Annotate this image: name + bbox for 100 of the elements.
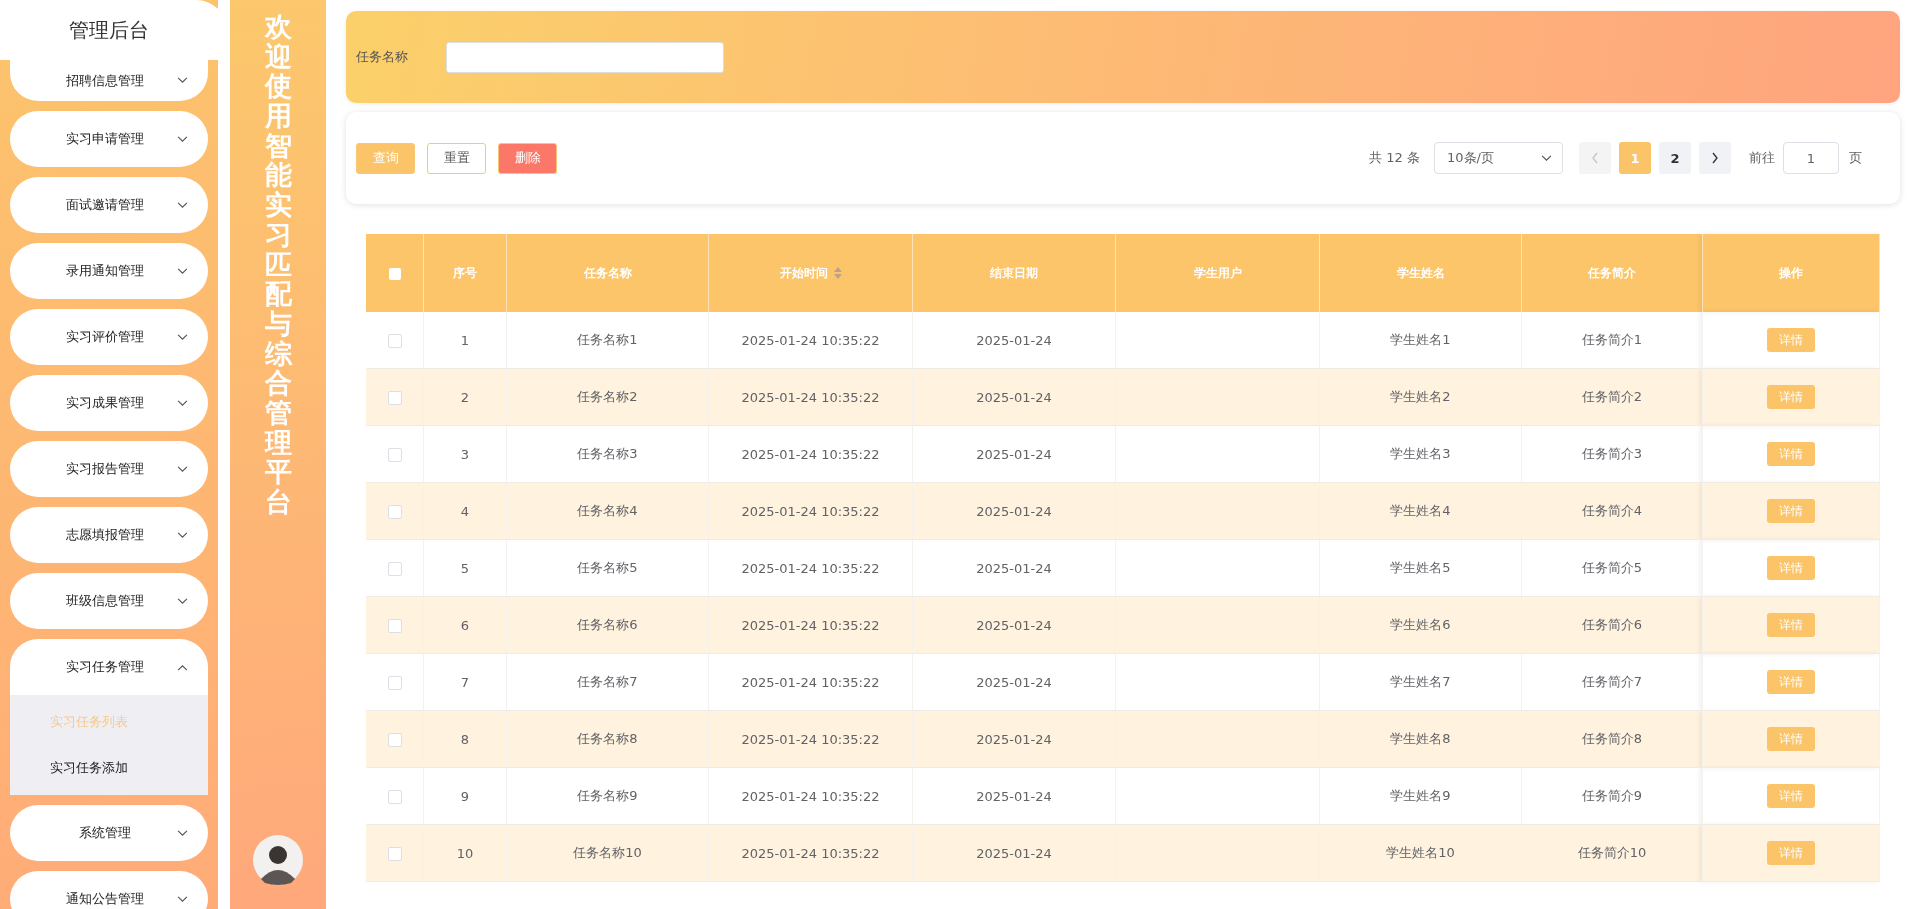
table-cell: 2025-01-24 (912, 312, 1116, 369)
avatar-icon[interactable] (253, 835, 303, 885)
menu-item[interactable]: 实习报告管理 (10, 441, 208, 497)
row-checkbox[interactable] (387, 447, 402, 462)
row-checkbox[interactable] (387, 390, 402, 405)
reset-button[interactable]: 重置 (427, 142, 486, 174)
row-checkbox[interactable] (387, 789, 402, 804)
total-count: 共 12 条 (1369, 149, 1420, 167)
table-cell: 7 (423, 653, 507, 711)
table-cell: 2025-01-24 10:35:22 (708, 368, 913, 426)
table-cell: 2025-01-24 10:35:22 (708, 312, 913, 369)
table-cell: 任务名称7 (506, 653, 709, 711)
row-checkbox[interactable] (387, 732, 402, 747)
table-cell: 2025-01-24 (912, 824, 1116, 882)
table-cell: 2025-01-24 (912, 425, 1116, 483)
chevron-down-icon (177, 267, 188, 275)
row-checkbox[interactable] (387, 846, 402, 861)
table-cell: 2025-01-24 10:35:22 (708, 425, 913, 483)
table-cell: 任务名称5 (506, 539, 709, 597)
table-cell: 2 (423, 368, 507, 426)
row-checkbox[interactable] (387, 675, 402, 690)
select-all-checkbox[interactable] (388, 267, 401, 280)
chevron-down-icon (1541, 154, 1552, 162)
table-cell: 学生姓名2 (1319, 368, 1522, 426)
table-cell: 任务名称2 (506, 368, 709, 426)
menu-item[interactable]: 实习成果管理 (10, 375, 208, 431)
submenu-item[interactable]: 实习任务添加 (10, 745, 208, 791)
table-cell: 学生姓名9 (1319, 767, 1522, 825)
table-cell: 任务名称9 (506, 767, 709, 825)
column-header: 学生用户 (1115, 234, 1320, 312)
table-cell: 10 (423, 824, 507, 882)
menu-item[interactable]: 志愿填报管理 (10, 507, 208, 563)
row-checkbox[interactable] (387, 561, 402, 576)
row-checkbox[interactable] (387, 504, 402, 519)
chevron-down-icon (177, 465, 188, 473)
chevron-down-icon (177, 829, 188, 837)
table-cell: 任务简介9 (1521, 767, 1703, 825)
table-cell: 2025-01-24 (912, 539, 1116, 597)
table-cell: 6 (423, 596, 507, 654)
menu-item[interactable]: 招聘信息管理 (10, 60, 208, 101)
table-cell: 任务名称1 (506, 312, 709, 369)
table-cell: 2025-01-24 10:35:22 (708, 767, 913, 825)
table-cell: 任务简介5 (1521, 539, 1703, 597)
table-cell: 学生姓名6 (1319, 596, 1522, 654)
input-field[interactable] (446, 41, 724, 73)
app-title: 管理后台 (69, 16, 150, 44)
page-button[interactable]: 2 (1659, 142, 1691, 174)
column-header: 任务名称 (506, 234, 709, 312)
page-size-select[interactable]: 10条/页 (1434, 142, 1563, 174)
menu-item[interactable]: 班级信息管理 (10, 573, 208, 629)
chevron-right-icon (1711, 152, 1719, 164)
menu-item[interactable]: 实习评价管理 (10, 309, 208, 365)
table-cell: 任务名称3 (506, 425, 709, 483)
table-cell: 2025-01-24 10:35:22 (708, 539, 913, 597)
table-cell: 任务名称8 (506, 710, 709, 768)
table-cell: 任务简介4 (1521, 482, 1703, 540)
table-cell: 学生姓名10 (1319, 824, 1522, 882)
column-header: 学生姓名 (1319, 234, 1522, 312)
table-cell: 任务简介10 (1521, 824, 1703, 882)
row-checkbox[interactable] (387, 618, 402, 633)
table-cell: 任务简介1 (1521, 312, 1703, 369)
menu-item[interactable]: 通知公告管理 (10, 871, 208, 909)
table-cell: 学生姓名5 (1319, 539, 1522, 597)
chevron-down-icon (177, 597, 188, 605)
sort-icon[interactable] (833, 267, 842, 279)
table-cell: 学生姓名3 (1319, 425, 1522, 483)
table-cell: 8 (423, 710, 507, 768)
table-cell: 学生姓名1 (1319, 312, 1522, 369)
column-header: 任务简介 (1521, 234, 1703, 312)
goto-label: 前往 (1749, 149, 1775, 167)
table-cell: 任务简介2 (1521, 368, 1703, 426)
table-cell: 2025-01-24 (912, 710, 1116, 768)
menu-item[interactable]: 实习申请管理 (10, 111, 208, 167)
column-header: 序号 (423, 234, 507, 312)
page-suffix: 页 (1849, 149, 1862, 167)
table-cell: 任务简介8 (1521, 710, 1703, 768)
chevron-down-icon (177, 531, 188, 539)
menu-item[interactable]: 面试邀请管理 (10, 177, 208, 233)
table-cell: 任务简介7 (1521, 653, 1703, 711)
column-header: 结束日期 (912, 234, 1116, 312)
table-cell: 任务名称4 (506, 482, 709, 540)
table-cell: 4 (423, 482, 507, 540)
table-cell: 2025-01-24 (912, 482, 1116, 540)
table-cell: 3 (423, 425, 507, 483)
next-page-button[interactable] (1699, 142, 1731, 174)
table-cell: 2025-01-24 10:35:22 (708, 710, 913, 768)
chevron-down-icon (177, 333, 188, 341)
table-cell: 任务名称6 (506, 596, 709, 654)
menu-item[interactable]: 系统管理 (10, 805, 208, 861)
chevron-up-icon (177, 663, 188, 671)
chevron-left-icon (1591, 152, 1599, 164)
menu-item[interactable]: 实习任务管理 (10, 639, 208, 695)
table-cell: 9 (423, 767, 507, 825)
menu-item[interactable]: 录用通知管理 (10, 243, 208, 299)
row-checkbox[interactable] (387, 333, 402, 348)
table-cell: 2025-01-24 (912, 653, 1116, 711)
table-cell: 2025-01-24 (912, 767, 1116, 825)
page-input[interactable]: 1 (1783, 142, 1839, 174)
welcome-title: 欢迎使用智能实习匹配与综合管理平台 (264, 12, 292, 517)
table-cell: 2025-01-24 10:35:22 (708, 596, 913, 654)
